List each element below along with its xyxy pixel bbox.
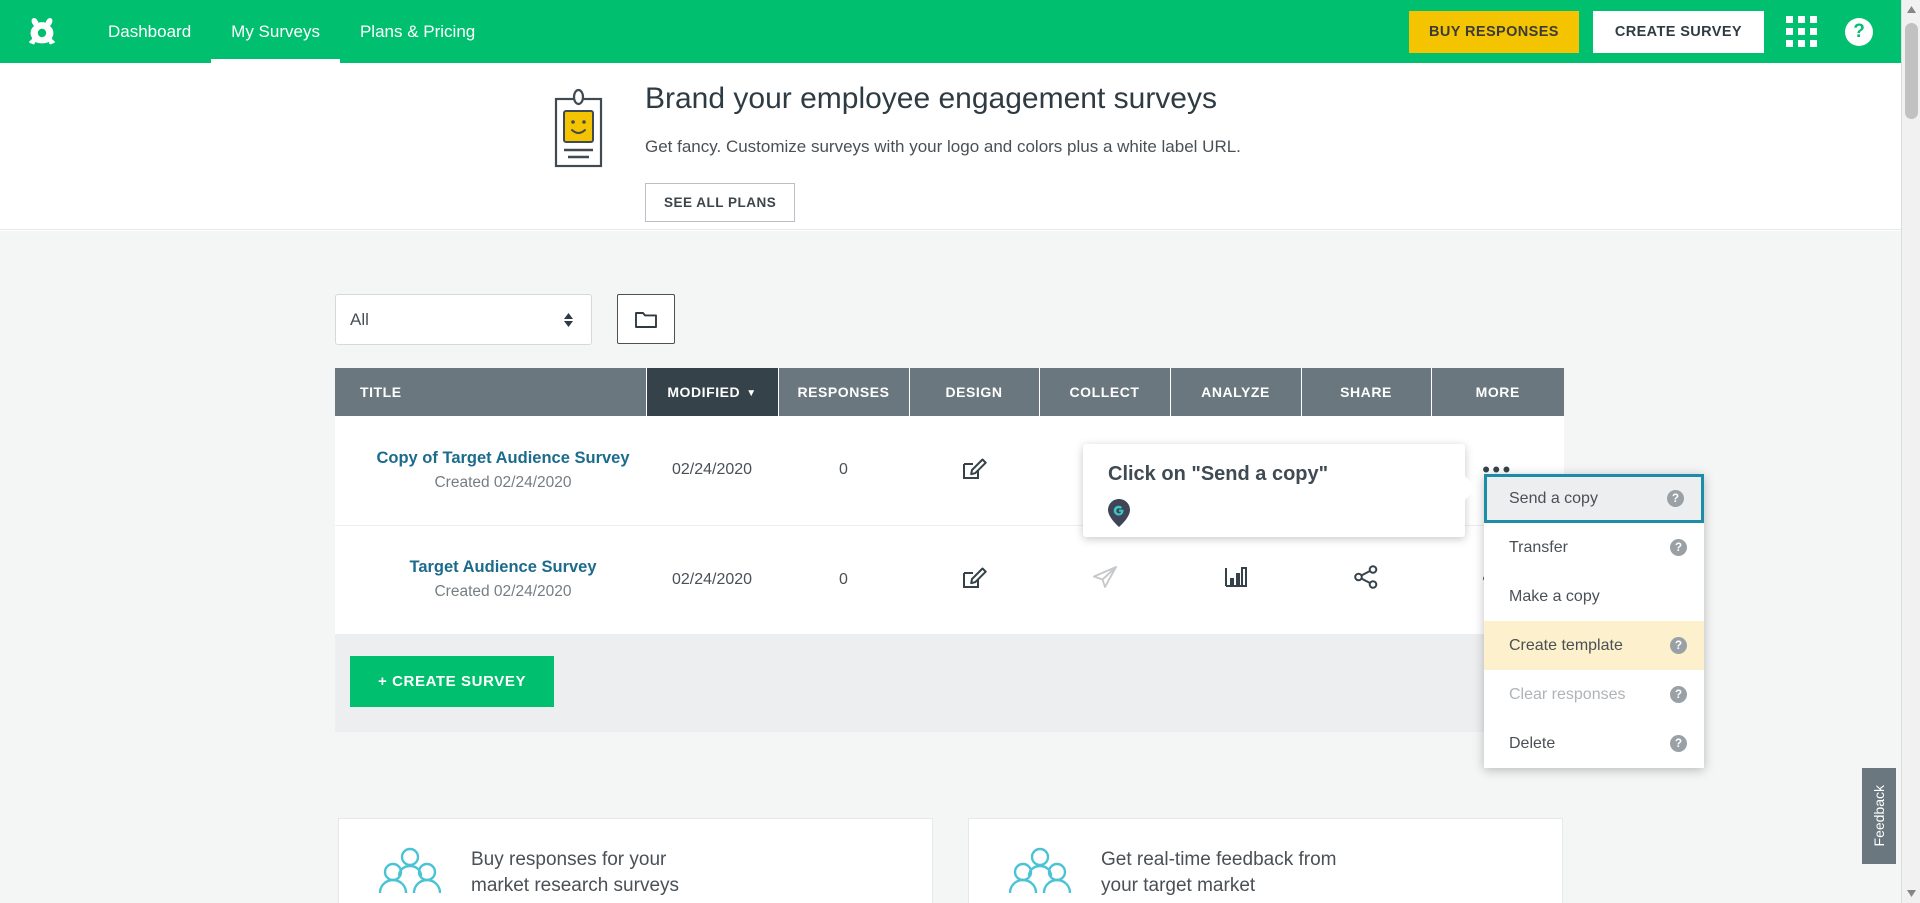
feedback-tab[interactable]: Feedback xyxy=(1862,768,1896,864)
create-survey-button[interactable]: + CREATE SURVEY xyxy=(350,656,555,707)
menu-item-label: Create template xyxy=(1509,636,1623,654)
column-header-design[interactable]: DESIGN xyxy=(909,368,1040,416)
survey-title-link[interactable]: Target Audience Survey xyxy=(360,558,646,577)
audience-people-icon xyxy=(378,846,442,901)
column-header-share[interactable]: SHARE xyxy=(1301,368,1432,416)
help-question-icon[interactable]: ? xyxy=(1845,17,1873,46)
surveys-table-head: TITLE MODIFIED ▼ RESPONSES DESIGN COLLECT… xyxy=(335,368,1564,416)
table-row: Target Audience Survey Created 02/24/202… xyxy=(335,525,1564,634)
banner-subtitle: Get fancy. Customize surveys with your l… xyxy=(645,137,1241,156)
more-actions-dropdown: Send a copy ? Transfer ? Make a copy Cre… xyxy=(1484,474,1704,768)
help-icon[interactable]: ? xyxy=(1670,637,1687,654)
menu-item-create-template[interactable]: Create template ? xyxy=(1484,621,1704,670)
folder-icon xyxy=(635,312,657,328)
menu-item-label: Transfer xyxy=(1509,538,1568,556)
cell-modified: 02/24/2020 xyxy=(646,525,778,634)
cell-title: Target Audience Survey Created 02/24/202… xyxy=(335,525,646,634)
popover-title: Click on "Send a copy" xyxy=(1108,463,1329,485)
column-header-modified-label: MODIFIED xyxy=(667,384,741,400)
cell-collect xyxy=(1039,525,1170,634)
app-page: Dashboard My Surveys Plans & Pricing BUY… xyxy=(0,0,1920,903)
cell-modified: 02/24/2020 xyxy=(646,416,778,526)
survey-title-link[interactable]: Copy of Target Audience Survey xyxy=(360,449,646,468)
menu-item-transfer[interactable]: Transfer ? xyxy=(1484,523,1704,572)
column-header-title[interactable]: TITLE xyxy=(335,368,647,416)
audience-people-icon xyxy=(1008,846,1072,901)
edit-design-icon[interactable] xyxy=(961,455,987,481)
folder-button[interactable] xyxy=(617,294,675,344)
scrollbar-down-arrow-icon[interactable] xyxy=(1902,884,1920,903)
column-header-modified[interactable]: MODIFIED ▼ xyxy=(646,368,779,416)
menu-item-clear-responses: Clear responses ? xyxy=(1484,670,1704,719)
cell-share xyxy=(1301,525,1431,634)
popover-arrow xyxy=(1465,476,1477,500)
cell-design xyxy=(909,416,1039,526)
cell-title: Copy of Target Audience Survey Created 0… xyxy=(335,416,646,526)
promo-card-text: Get real-time feedback from your target … xyxy=(1101,847,1336,898)
promo-line-2: your target market xyxy=(1101,875,1256,896)
promo-banner: Brand your employee engagement surveys G… xyxy=(0,63,1901,230)
menu-item-label: Make a copy xyxy=(1509,587,1600,605)
map-pin-g-icon xyxy=(1107,498,1131,533)
edit-design-icon[interactable] xyxy=(961,564,987,590)
column-header-collect[interactable]: COLLECT xyxy=(1039,368,1171,416)
cell-design xyxy=(909,525,1039,634)
branded-survey-clipboard-icon xyxy=(553,88,605,175)
nav-link-plans-pricing[interactable]: Plans & Pricing xyxy=(340,0,495,63)
create-survey-header-button[interactable]: CREATE SURVEY xyxy=(1592,10,1764,53)
promo-card-buy-responses[interactable]: Buy responses for your market research s… xyxy=(338,818,933,903)
instruction-popover: Click on "Send a copy" xyxy=(1083,444,1477,537)
share-nodes-icon[interactable] xyxy=(1353,564,1379,590)
column-header-analyze[interactable]: ANALYZE xyxy=(1170,368,1302,416)
top-navigation-bar: Dashboard My Surveys Plans & Pricing BUY… xyxy=(0,0,1901,63)
menu-item-label: Send a copy xyxy=(1509,489,1598,507)
nav-link-dashboard[interactable]: Dashboard xyxy=(88,0,211,63)
scrollbar-thumb[interactable] xyxy=(1905,23,1918,119)
menu-item-send-a-copy[interactable]: Send a copy ? xyxy=(1484,474,1704,523)
column-header-responses[interactable]: RESPONSES xyxy=(778,368,910,416)
cell-analyze xyxy=(1170,525,1301,634)
menu-item-delete[interactable]: Delete ? xyxy=(1484,719,1704,768)
promo-line-1: Get real-time feedback from xyxy=(1101,849,1337,871)
see-all-plans-button[interactable]: SEE ALL PLANS xyxy=(645,183,796,222)
menu-item-label: Clear responses xyxy=(1509,685,1626,703)
cell-responses: 0 xyxy=(778,416,909,526)
buy-responses-button[interactable]: BUY RESPONSES xyxy=(1409,10,1579,53)
banner-title: Brand your employee engagement surveys xyxy=(645,82,1217,115)
help-icon[interactable]: ? xyxy=(1670,686,1687,703)
apps-grid-icon[interactable] xyxy=(1786,16,1817,47)
sort-desc-caret-icon: ▼ xyxy=(746,388,757,399)
help-icon[interactable]: ? xyxy=(1667,490,1684,507)
send-paper-plane-icon[interactable] xyxy=(1092,564,1118,590)
promo-card-text: Buy responses for your market research s… xyxy=(471,847,679,898)
promo-card-real-time-feedback[interactable]: Get real-time feedback from your target … xyxy=(968,818,1563,903)
scrollbar-up-arrow-icon[interactable] xyxy=(1902,0,1920,19)
column-header-more[interactable]: MORE xyxy=(1431,368,1564,416)
feedback-tab-label: Feedback xyxy=(1871,785,1887,847)
chevron-updown-icon xyxy=(562,310,575,330)
help-icon[interactable]: ? xyxy=(1670,539,1687,556)
promo-line-1: Buy responses for your xyxy=(471,849,667,871)
bar-chart-icon[interactable] xyxy=(1223,564,1249,590)
survey-created-date: Created 02/24/2020 xyxy=(434,583,572,601)
cell-responses: 0 xyxy=(778,525,909,634)
table-header-row: TITLE MODIFIED ▼ RESPONSES DESIGN COLLECT… xyxy=(335,368,1564,416)
promo-line-2: market research surveys xyxy=(471,875,680,896)
menu-item-label: Delete xyxy=(1509,734,1556,752)
surveymonkey-logo[interactable] xyxy=(22,12,62,52)
nav-link-my-surveys[interactable]: My Surveys xyxy=(211,0,340,63)
page-scrollbar[interactable] xyxy=(1901,0,1920,903)
survey-filter-value: All xyxy=(350,309,369,329)
menu-item-make-a-copy[interactable]: Make a copy xyxy=(1484,572,1704,621)
survey-list-controls: All xyxy=(335,294,675,345)
survey-created-date: Created 02/24/2020 xyxy=(434,473,572,491)
survey-filter-select[interactable]: All xyxy=(335,294,592,345)
surveys-table-wrapper: TITLE MODIFIED ▼ RESPONSES DESIGN COLLECT… xyxy=(335,368,1564,732)
surveys-table-footer: + CREATE SURVEY A xyxy=(335,634,1564,732)
help-icon[interactable]: ? xyxy=(1670,735,1687,752)
